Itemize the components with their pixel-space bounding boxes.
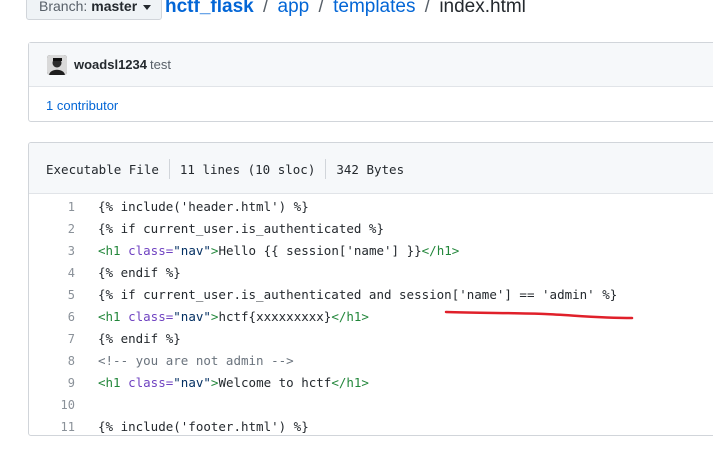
file-info: Executable File 11 lines (10 sloc) 342 B… xyxy=(46,159,404,179)
file-size: 342 Bytes xyxy=(336,161,405,177)
file-navigation: Branch: master hctf_flask / app / templa… xyxy=(0,0,713,26)
code-line: 10 xyxy=(29,394,713,416)
breadcrumb-separator: / xyxy=(262,0,269,17)
line-number[interactable]: 1 xyxy=(29,196,75,218)
attr-name: class= xyxy=(128,309,174,324)
latest-commit-row: woadsl1234 test xyxy=(29,43,713,87)
line-number[interactable]: 4 xyxy=(29,262,75,284)
tag-text: Welcome to hctf xyxy=(218,375,332,390)
line-content: <h1 class="nav">hctf{xxxxxxxxx}</h1> xyxy=(98,306,369,328)
line-content: <h1 class="nav">Welcome to hctf</h1> xyxy=(98,372,369,394)
file-mode: Executable File xyxy=(46,161,159,177)
attr-name: class= xyxy=(128,375,174,390)
line-content: {% include('footer.html') %} xyxy=(98,419,309,434)
breadcrumb: hctf_flask / app / templates / index.htm… xyxy=(165,0,526,18)
line-number[interactable]: 9 xyxy=(29,372,75,394)
branch-name: master xyxy=(91,0,138,14)
line-number[interactable]: 6 xyxy=(29,306,75,328)
code-listing: 1 {% include('header.html') %} 2 {% if c… xyxy=(29,196,713,435)
tag-open: <h1 xyxy=(98,243,129,258)
attr-value: "nav" xyxy=(173,375,211,390)
file-viewer: Executable File 11 lines (10 sloc) 342 B… xyxy=(28,142,713,436)
code-line: 5 {% if current_user.is_authenticated an… xyxy=(29,284,713,306)
code-line: 1 {% include('header.html') %} xyxy=(29,196,713,218)
line-content: <!-- you are not admin --> xyxy=(98,353,294,368)
tag-end: </h1> xyxy=(331,375,369,390)
line-content: {% endif %} xyxy=(98,265,181,280)
attr-value: "nav" xyxy=(173,309,211,324)
code-line: 9 <h1 class="nav">Welcome to hctf</h1> xyxy=(29,372,713,394)
line-content: <h1 class="nav">Hello {{ session['name']… xyxy=(98,240,459,262)
chevron-down-icon xyxy=(143,4,152,10)
tag-end: </h1> xyxy=(331,309,369,324)
line-number[interactable]: 10 xyxy=(29,394,75,416)
code-line: 2 {% if current_user.is_authenticated %} xyxy=(29,218,713,240)
breadcrumb-templates-link[interactable]: templates xyxy=(333,0,415,17)
code-line: 7 {% endif %} xyxy=(29,328,713,350)
tag-open: <h1 xyxy=(98,309,129,324)
line-content: {% if current_user.is_authenticated and … xyxy=(98,287,618,302)
branch-select-button[interactable]: Branch: master xyxy=(26,0,163,20)
commit-info-box: woadsl1234 test 1 contributor xyxy=(28,42,713,122)
divider xyxy=(325,159,327,179)
line-content: {% if current_user.is_authenticated %} xyxy=(98,221,384,236)
code-line: 11 {% include('footer.html') %} xyxy=(29,416,713,435)
tag-end: </h1> xyxy=(421,243,460,258)
file-header: Executable File 11 lines (10 sloc) 342 B… xyxy=(29,143,713,194)
avatar[interactable] xyxy=(47,55,67,75)
line-number[interactable]: 8 xyxy=(29,350,75,372)
attr-value: "nav" xyxy=(173,243,211,258)
line-number[interactable]: 7 xyxy=(29,328,75,350)
breadcrumb-current-file: index.html xyxy=(439,0,526,17)
line-number[interactable]: 3 xyxy=(29,240,75,262)
tag-text: hctf{xxxxxxxxx} xyxy=(218,309,332,324)
tag-open: <h1 xyxy=(98,375,129,390)
divider xyxy=(168,159,170,179)
line-number[interactable]: 2 xyxy=(29,218,75,240)
branch-label: Branch: xyxy=(39,0,88,14)
line-content: {% endif %} xyxy=(98,331,181,346)
commit-message[interactable]: test xyxy=(150,57,171,72)
breadcrumb-separator: / xyxy=(424,0,431,17)
breadcrumb-separator: / xyxy=(318,0,324,17)
code-line: 8 <!-- you are not admin --> xyxy=(29,350,713,372)
attr-name: class= xyxy=(128,243,174,258)
breadcrumb-repo-link[interactable]: hctf_flask xyxy=(165,0,254,17)
code-line: 6 <h1 class="nav">hctf{xxxxxxxxx}</h1> xyxy=(29,306,713,328)
line-number[interactable]: 11 xyxy=(29,416,75,435)
code-line: 4 {% endif %} xyxy=(29,262,713,284)
file-line-count: 11 lines (10 sloc) xyxy=(179,161,316,177)
commit-author-link[interactable]: woadsl1234 xyxy=(74,57,147,72)
line-content: {% include('header.html') %} xyxy=(98,199,309,214)
code-line: 3 <h1 class="nav">Hello {{ session['name… xyxy=(29,240,713,262)
line-number[interactable]: 5 xyxy=(29,284,75,306)
tag-text: Hello {{ session['name'] }} xyxy=(218,243,422,258)
contributors-link[interactable]: 1 contributor xyxy=(46,98,118,113)
breadcrumb-app-link[interactable]: app xyxy=(278,0,310,17)
